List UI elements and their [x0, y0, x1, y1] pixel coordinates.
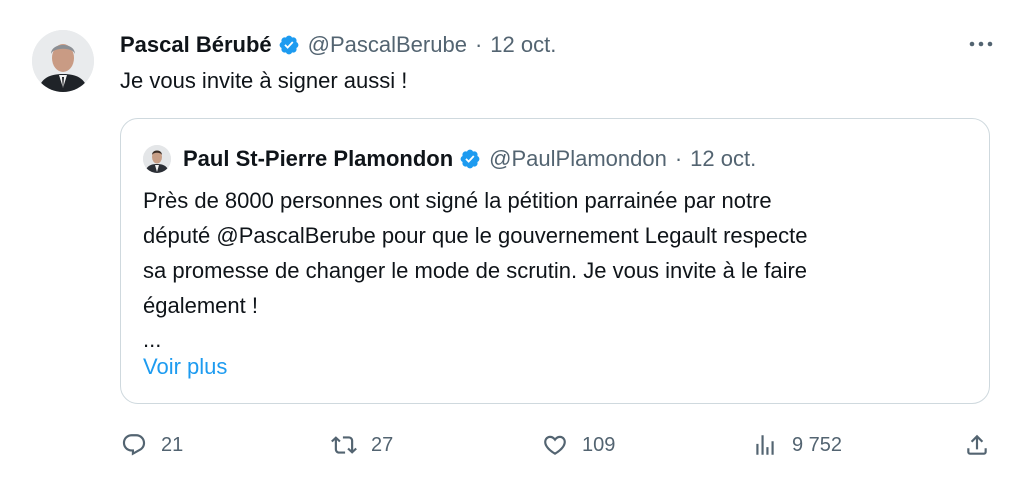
reply-icon [122, 434, 146, 456]
separator-dot: · [474, 32, 483, 57]
views-count: 9 752 [792, 433, 843, 456]
tweet-text: Je vous invite à signer aussi ! [120, 68, 408, 93]
author-handle[interactable]: @PascalBerube [308, 32, 467, 58]
avatar-image [32, 30, 94, 92]
like-button[interactable]: 109 [542, 425, 615, 465]
quoted-author-name[interactable]: Paul St-Pierre Plamondon [183, 146, 453, 172]
reply-count: 21 [161, 433, 184, 456]
views-button[interactable]: 9 752 [752, 425, 842, 465]
quoted-text-line: député @PascalBerube pour que le gouvern… [143, 223, 808, 248]
avatar[interactable] [32, 30, 94, 92]
share-icon [967, 434, 987, 455]
reply-button[interactable]: 21 [121, 425, 183, 465]
quoted-avatar-image [143, 145, 171, 173]
separator-dot: · [674, 146, 683, 171]
quoted-date[interactable]: 12 oct. [690, 146, 756, 172]
verified-badge-icon [278, 34, 300, 56]
quoted-text-line: également ! [143, 293, 258, 318]
tweet-date[interactable]: 12 oct. [490, 32, 556, 58]
quoted-text: Près de 8000 personnes ont signé la péti… [143, 183, 973, 323]
more-horizontal-icon[interactable] [966, 32, 996, 56]
tweet-header: Pascal Bérubé @PascalBerube · 12 oct. [120, 30, 556, 60]
views-icon [756, 435, 774, 455]
retweet-icon [331, 436, 357, 454]
action-bar: 21 27 109 9 752 [0, 425, 1026, 465]
quoted-avatar[interactable] [143, 145, 171, 173]
quoted-header: Paul St-Pierre Plamondon @PaulPlamondon … [183, 144, 756, 174]
verified-badge-icon [459, 148, 481, 170]
show-more-link[interactable]: Voir plus [143, 351, 227, 383]
quoted-text-line: Près de 8000 personnes ont signé la péti… [143, 188, 772, 213]
retweet-count: 27 [371, 433, 394, 456]
share-button[interactable] [964, 425, 990, 465]
author-name[interactable]: Pascal Bérubé [120, 32, 272, 58]
like-count: 109 [582, 433, 616, 456]
quoted-text-line: sa promesse de changer le mode de scruti… [143, 258, 808, 283]
retweet-button[interactable]: 27 [331, 425, 393, 465]
tweet[interactable]: Pascal Bérubé @PascalBerube · 12 oct. Je… [0, 0, 1026, 488]
quoted-tweet[interactable]: Paul St-Pierre Plamondon @PaulPlamondon … [120, 118, 990, 404]
heart-icon [544, 435, 566, 455]
quoted-author-handle[interactable]: @PaulPlamondon [489, 146, 667, 172]
